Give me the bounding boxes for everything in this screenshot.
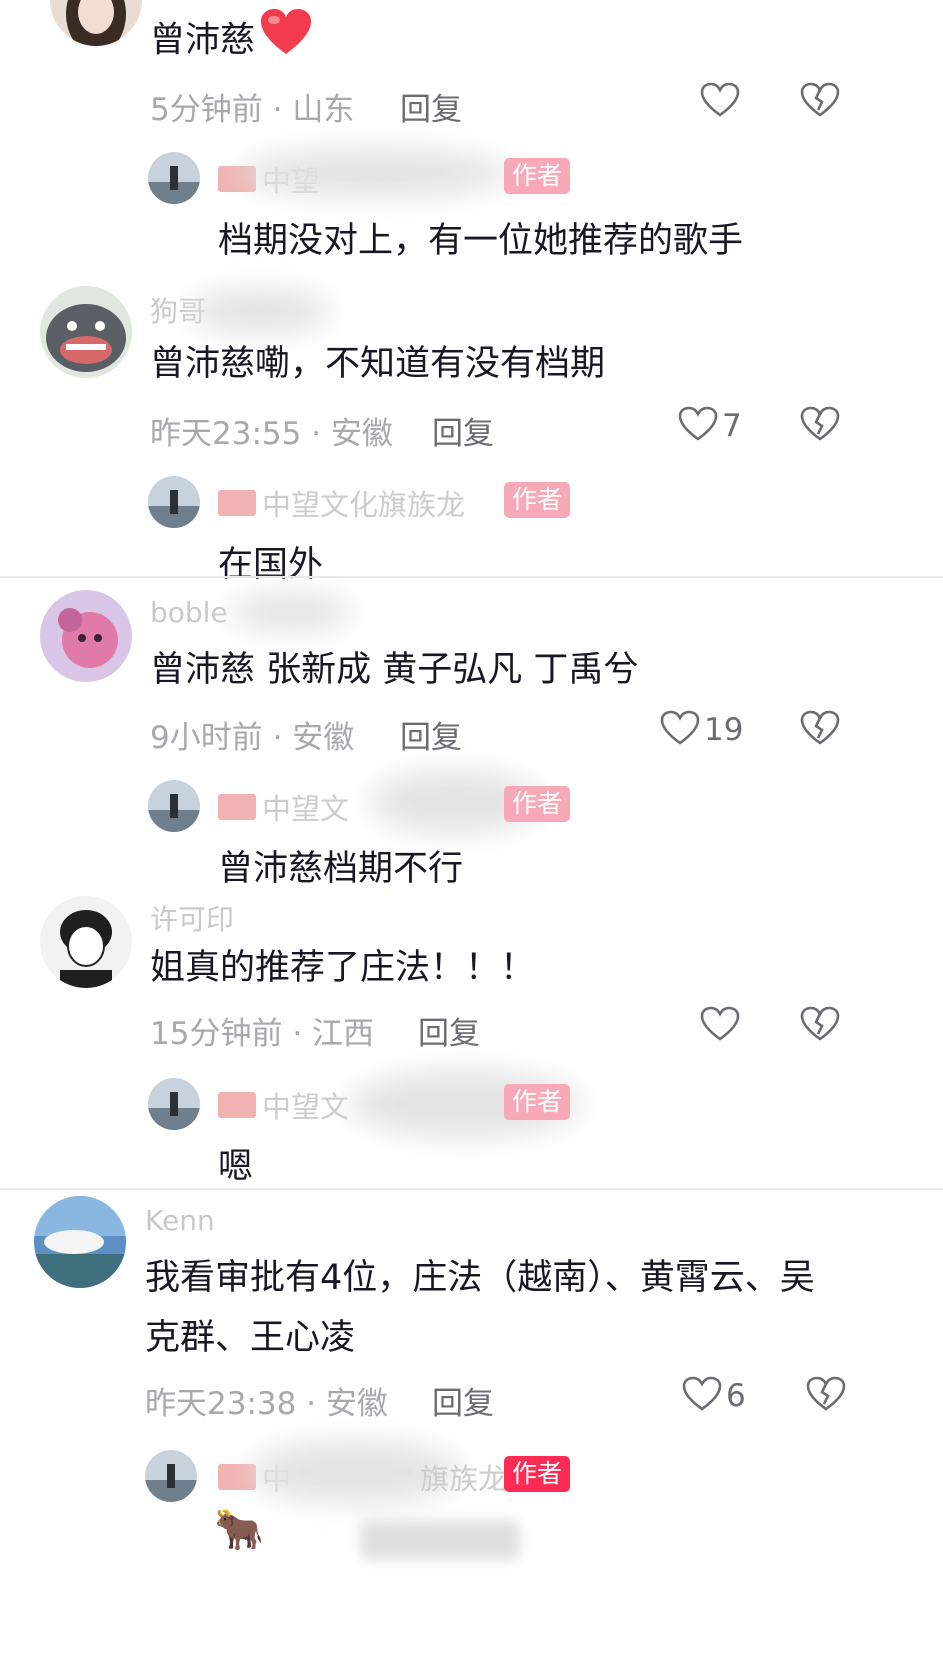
section-divider [0,1188,943,1190]
reply-author-name: 中望文 [262,1090,350,1124]
blur-redaction [360,1520,520,1560]
section-divider [0,576,943,578]
comment-meta: 昨天23:38 · 安徽 [145,1378,388,1423]
like-count: 6 [726,1378,746,1414]
comment-text: 曾沛慈 张新成 黄子弘凡 丁禹兮 [150,650,639,690]
comment-username[interactable]: 许可印 [150,898,234,938]
comment-location: 安徽 [292,720,355,756]
avatar[interactable] [40,896,132,988]
reply-author[interactable]: 中望文 [218,786,349,828]
reply-avatar[interactable] [148,780,200,832]
comment-location: 安徽 [330,416,393,452]
comment-time: 昨天23:55 [150,416,302,452]
heart-outline-icon [700,82,740,122]
reply-author[interactable]: 中望文化旗族龙 [218,482,465,524]
heart-outline-icon [678,406,718,446]
comment-meta: 5分钟前 · 山东 [150,84,354,129]
like-button[interactable] [700,82,744,122]
author-badge: 作者 [504,158,571,194]
dislike-button[interactable] [800,710,840,750]
reply-text: 档期没对上，有一位她推荐的歌手 [218,221,744,261]
author-badge: 作者 [504,1456,571,1492]
dislike-button[interactable] [800,1006,840,1046]
blur-redaction [240,148,510,198]
dislike-button[interactable] [800,82,840,122]
reply-avatar[interactable] [145,1450,197,1502]
comment-text-line: 克群、王心凌 [145,1318,356,1358]
like-button[interactable]: 7 [678,406,742,446]
meta-separator: · [292,1016,303,1052]
comment-location: 江西 [312,1016,375,1052]
avatar[interactable] [40,590,132,682]
china-flag-icon [218,490,256,516]
reply-avatar[interactable] [148,1078,200,1130]
reply-text: 曾沛慈档期不行 [218,849,464,889]
meta-separator: · [306,1386,317,1422]
comment-time: 15分钟前 [150,1016,283,1052]
author-badge: 作者 [504,786,571,822]
like-count: 7 [722,408,742,444]
reply-avatar[interactable] [148,476,200,528]
like-button[interactable]: 19 [660,710,743,750]
reply-text: 嗯 [218,1147,254,1187]
avatar[interactable] [50,0,142,46]
reply-button[interactable]: 回复 [432,408,494,453]
dislike-button[interactable] [800,406,840,446]
ox-emoji-icon: 🐂 [214,1507,264,1553]
china-flag-icon [218,1092,256,1118]
comment-meta: 昨天23:55 · 安徽 [150,408,393,453]
comment-time: 5分钟前 [150,92,263,128]
author-badge: 作者 [504,1084,571,1120]
avatar[interactable] [40,286,132,378]
like-button[interactable]: 6 [682,1376,746,1416]
china-flag-icon [218,794,256,820]
like-button[interactable] [700,1006,744,1046]
comment-location: 山东 [292,92,355,128]
reply-author-name: 中望文化旗族龙 [262,488,466,522]
broken-heart-icon [806,1376,846,1416]
dislike-button[interactable] [806,1376,846,1416]
broken-heart-icon [800,406,840,446]
blur-redaction [190,288,330,334]
comment-location: 安徽 [325,1386,388,1422]
comment-text-line: 我看审批有4位，庄法（越南）、黄霄云、吴 [145,1258,815,1298]
reply-author-name: 中望文 [262,792,350,826]
author-badge: 作者 [504,482,571,518]
heart-outline-icon [660,710,700,750]
comment-username[interactable]: Kenn [145,1204,215,1237]
reply-button[interactable]: 回复 [400,84,462,129]
comment-text: 曾沛慈 [150,8,313,75]
broken-heart-icon [800,710,840,750]
reply-button[interactable]: 回复 [400,712,462,757]
comment-username[interactable]: boble [150,596,228,629]
meta-separator: · [272,720,283,756]
meta-separator: · [272,92,283,128]
blur-redaction [230,592,350,632]
heart-outline-icon [682,1376,722,1416]
comment-text: 我看审批有4位，庄法（越南）、黄霄云、吴 克群、王心凌 [145,1248,815,1368]
meta-separator: · [311,416,322,452]
broken-heart-icon [800,82,840,122]
broken-heart-icon [800,1006,840,1046]
reply-author-tail: 旗族龙 [420,1456,507,1498]
reply-text: 在国外 [218,545,324,585]
reply-button[interactable]: 回复 [418,1008,480,1053]
comment-text-content: 曾沛慈 [150,20,256,61]
heart-outline-icon [700,1006,740,1046]
comment-time: 昨天23:38 [145,1386,297,1422]
comment-text: 曾沛慈嘞，不知道有没有档期 [150,344,606,384]
comment-time: 9小时前 [150,720,263,756]
reply-avatar[interactable] [148,152,200,204]
reply-button[interactable]: 回复 [432,1378,494,1423]
comment-meta: 15分钟前 · 江西 [150,1008,374,1053]
reply-author[interactable]: 中望文 [218,1084,349,1126]
comment-meta: 9小时前 · 安徽 [150,712,354,757]
red-heart-emoji-icon [259,8,313,75]
comment-text: 姐真的推荐了庄法！！！ [150,948,536,988]
avatar[interactable] [34,1196,126,1288]
reply-author-name-tail: 旗族龙 [420,1462,508,1496]
like-count: 19 [704,712,744,748]
